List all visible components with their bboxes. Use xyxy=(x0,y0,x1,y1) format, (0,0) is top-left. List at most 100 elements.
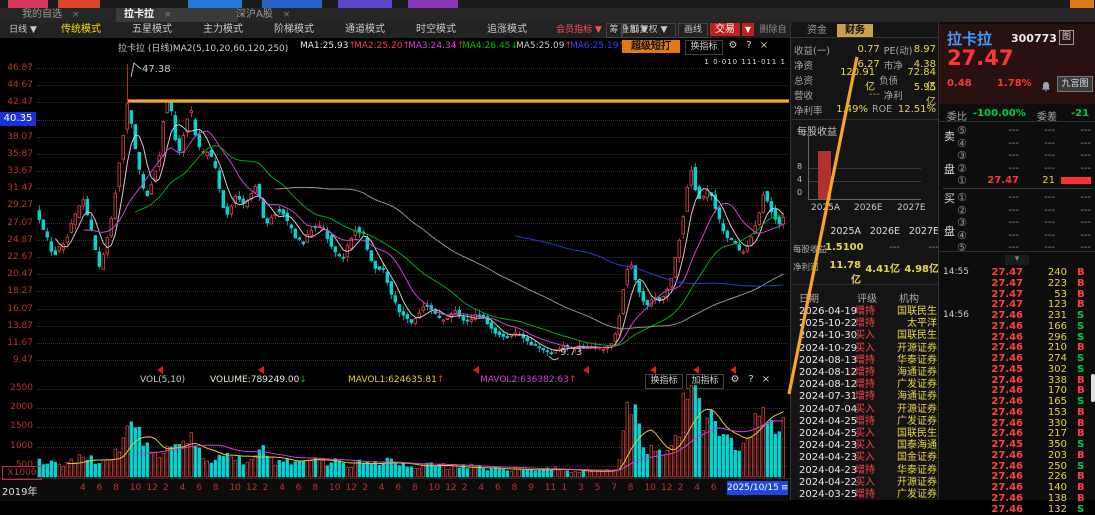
tick-price: 27.46 xyxy=(991,374,1023,386)
kline-title: 拉卡拉 (日线)MA2(5,10,20,60,120,250) xyxy=(118,44,289,54)
chips[interactable]: 筹 xyxy=(606,23,622,38)
tick-price: 27.46 xyxy=(991,353,1023,364)
drawline-button[interactable]: 画线 xyxy=(678,23,708,38)
expand-chevron-icon[interactable]: ▾ xyxy=(1005,255,1029,265)
quick-button-6[interactable] xyxy=(1070,0,1094,8)
quick-button-1[interactable] xyxy=(58,0,100,8)
jiugongtu-button[interactable]: 九宫图 xyxy=(1057,76,1093,92)
tick-side: S xyxy=(1077,353,1085,364)
year-label: 2019年 xyxy=(2,487,38,498)
month-tick: 12 xyxy=(661,483,673,493)
tick-side: B xyxy=(1077,299,1085,311)
eps-baseline xyxy=(809,199,921,200)
signal-flag-icon xyxy=(258,366,264,374)
month-tick: 2 xyxy=(461,483,468,493)
help-icon[interactable]: ? xyxy=(745,374,757,385)
rating-row[interactable]: 2024-04-25 增持 广发证券 xyxy=(791,416,939,428)
quick-button-5[interactable] xyxy=(408,0,458,8)
rating-date: 2024-04-23 xyxy=(799,452,858,464)
rating-row[interactable]: 2024-04-22 买入 开源证券 xyxy=(791,477,939,489)
mode-五星模式[interactable]: 五星模式 xyxy=(119,22,185,38)
rating-row[interactable]: 2024-03-25 增持 广发证券 xyxy=(791,489,939,501)
rating-row[interactable]: 2024-04-23 买入 国泰海通 xyxy=(791,440,939,452)
tick-row: 27.46 330 B xyxy=(939,418,1095,429)
tab-拉卡拉[interactable]: 拉卡拉 × xyxy=(116,8,238,22)
rating-row[interactable]: 2024-07-31 增持 海通证券 xyxy=(791,391,939,403)
tab-深沪A股[interactable]: 深沪A股 × xyxy=(228,8,344,22)
level-price: --- xyxy=(1008,150,1019,162)
finance-value: 8.97 xyxy=(913,44,936,55)
rating-row[interactable]: 2024-04-23 买入 国金证券 xyxy=(791,452,939,464)
eps-y-axis xyxy=(808,130,809,200)
kline-chart[interactable]: 46.87 44.67 42.47 38.07 35.87 33.67 31.47 29.27… xyxy=(0,55,790,372)
mode-时空模式[interactable]: 时空模式 xyxy=(403,22,469,38)
level-circle-icon: ③ xyxy=(957,216,967,230)
super-short-button[interactable]: 超级短打 xyxy=(622,40,680,53)
tab-caiwu[interactable]: 财务 xyxy=(837,24,873,37)
level-volume: --- xyxy=(1044,217,1055,229)
close-icon[interactable]: × xyxy=(758,40,770,51)
member-indicator-menu[interactable]: 会员指标 ▼ xyxy=(548,22,610,38)
rating-row[interactable]: 2025-10-22 增持 太平洋 xyxy=(791,318,939,330)
tab-zijin[interactable]: 资金 xyxy=(799,24,835,37)
mode-阶梯模式[interactable]: 阶梯模式 xyxy=(261,22,327,38)
tab-label: 拉卡拉 xyxy=(124,9,154,20)
rating-row[interactable]: 2024-07-04 买入 开源证券 xyxy=(791,404,939,416)
trade-button[interactable]: 交易 xyxy=(710,23,740,36)
rating-row[interactable]: 2024-10-30 买入 国联民生 xyxy=(791,330,939,342)
price-change-pct: 1.78% xyxy=(997,78,1032,89)
tab-我的自选[interactable]: 我的自选 × xyxy=(14,8,126,22)
mode-传统模式[interactable]: 传统模式 xyxy=(48,22,114,38)
rating-row[interactable]: 2026-04-19 增持 国联民生 xyxy=(791,306,939,318)
tick-row: 27.46 140 B xyxy=(939,482,1095,493)
mode-主力模式[interactable]: 主力模式 xyxy=(190,22,256,38)
last-date-badge[interactable]: 2025/10/15 ≡ xyxy=(727,481,788,495)
quick-button-4[interactable] xyxy=(338,0,392,8)
up-arrow-icon: ↑ xyxy=(568,375,577,385)
alert-bell-icon[interactable] xyxy=(1041,77,1051,92)
quick-button-0[interactable] xyxy=(8,0,48,8)
chart-counter: 1 0·010 111·011 1 xyxy=(704,58,786,66)
mode-通道模式[interactable]: 通道模式 xyxy=(332,22,398,38)
rating-date: 2024-04-22 xyxy=(799,476,858,488)
switch-indicator-button[interactable]: 换指标 xyxy=(645,374,683,389)
trade-dropdown[interactable]: ▼ xyxy=(742,23,754,36)
volume-chart[interactable]: 2500 2000 1500 1000 500 xyxy=(0,383,790,478)
finance-row: 净利率 1.49% ROE 12.51% xyxy=(791,102,939,117)
close-icon[interactable]: × xyxy=(164,10,172,20)
add-indicator-button[interactable]: 加指标 xyxy=(686,374,724,389)
rating-row[interactable]: 2024-04-23 增持 华泰证券 xyxy=(791,465,939,477)
mode-追涨模式[interactable]: 追涨模式 xyxy=(474,22,540,38)
help-icon[interactable]: ? xyxy=(743,40,755,51)
quick-button-3[interactable] xyxy=(262,0,322,8)
gear-icon[interactable]: ⚙ xyxy=(726,40,740,51)
rating-row[interactable]: 2024-08-12 增持 广发证券 xyxy=(791,379,939,391)
fuquan-menu[interactable]: 前复权 ▼ xyxy=(622,23,676,38)
quick-button-2[interactable] xyxy=(188,0,242,8)
mavol1-value: MAVOL1:624635.81↑ xyxy=(348,375,445,385)
month-tick: 4 xyxy=(279,483,285,493)
tick-row: 27.46 250 S xyxy=(939,461,1095,472)
close-icon[interactable]: × xyxy=(760,374,772,385)
close-icon[interactable]: × xyxy=(72,10,80,20)
level-circle-icon: ① xyxy=(957,174,967,188)
close-icon[interactable]: × xyxy=(283,10,291,20)
tick-price: 27.46 xyxy=(991,310,1023,321)
month-tick: 7 xyxy=(611,483,617,493)
scrollbar-thumb[interactable] xyxy=(1091,374,1095,402)
down-arrow-icon: ↓ xyxy=(299,375,307,385)
switch-indicator-button[interactable]: 换指标 xyxy=(685,40,723,55)
pic-icon[interactable]: 图 xyxy=(1059,30,1074,45)
rating-row[interactable]: 2024-08-12 增持 海通证券 xyxy=(791,367,939,379)
month-tick: 12 xyxy=(246,483,258,493)
tick-side: S xyxy=(1077,396,1085,407)
delete-watch-button[interactable]: 删除自选 xyxy=(756,22,790,51)
tick-price: 27.47 xyxy=(991,267,1023,278)
rating-row[interactable]: 2024-08-13 增持 华泰证券 xyxy=(791,355,939,367)
menu-icon[interactable]: ≡ xyxy=(781,483,789,493)
rating-row[interactable]: 2024-10-29 买入 开源证券 xyxy=(791,343,939,355)
gear-icon[interactable]: ⚙ xyxy=(728,374,742,385)
tick-row: 27.46 153 B xyxy=(939,407,1095,418)
period-selector[interactable]: 日线 ▼ xyxy=(4,22,42,38)
rating-row[interactable]: 2024-04-25 买入 国联民生 xyxy=(791,428,939,440)
